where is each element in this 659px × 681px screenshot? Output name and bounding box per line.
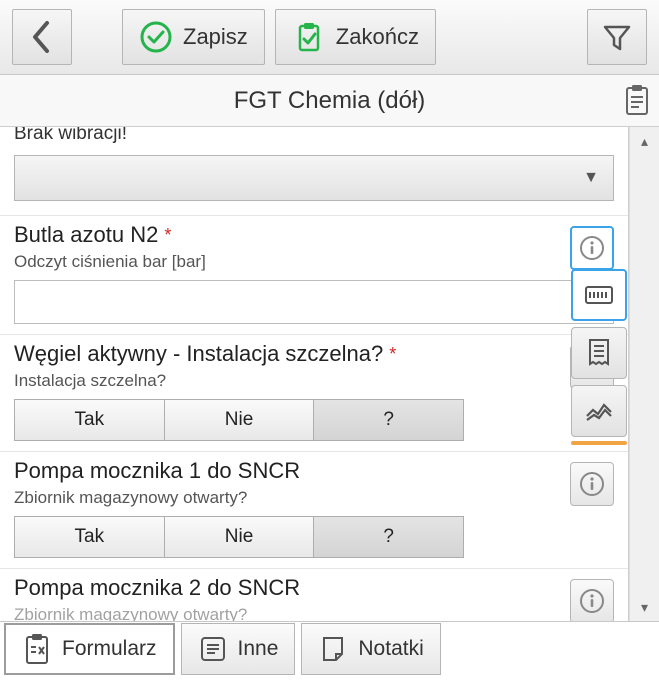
seg-no[interactable]: Nie bbox=[165, 400, 315, 440]
keyboard-icon bbox=[584, 283, 614, 307]
page-title: FGT Chemia (dół) bbox=[234, 87, 426, 115]
finish-button[interactable]: Zakończ bbox=[275, 9, 436, 65]
field-title: Butla azotu N2 bbox=[14, 222, 158, 248]
pressure-input[interactable] bbox=[14, 280, 614, 324]
tab-other[interactable]: Inne bbox=[181, 623, 296, 675]
field-cutoff: Brak wibracji! ▼ bbox=[0, 127, 628, 215]
scroll-up-icon[interactable]: ▴ bbox=[630, 127, 659, 155]
keypad-mode-button[interactable] bbox=[571, 269, 627, 321]
tab-notes-label: Notatki bbox=[358, 637, 423, 661]
cutoff-label: Brak wibracji! bbox=[14, 127, 614, 145]
seg-yes[interactable]: Tak bbox=[15, 400, 165, 440]
field-butla-azotu: Butla azotu N2 * Odczyt ciśnienia bar [b… bbox=[0, 215, 628, 334]
check-circle-icon bbox=[139, 20, 173, 54]
field-title: Węgiel aktywny - Instalacja szczelna? bbox=[14, 341, 383, 367]
clipboard-check-icon bbox=[292, 20, 326, 54]
bottom-tabs: Formularz Inne Notatki bbox=[0, 621, 659, 681]
seg-yes[interactable]: Tak bbox=[15, 517, 165, 557]
panel-accent bbox=[571, 441, 627, 445]
required-asterisk: * bbox=[164, 225, 171, 246]
chart-mode-button[interactable] bbox=[571, 385, 627, 437]
seg-control: Tak Nie ? bbox=[14, 399, 464, 441]
tab-form[interactable]: Formularz bbox=[4, 623, 175, 675]
list-mode-button[interactable] bbox=[571, 327, 627, 379]
info-button[interactable] bbox=[570, 226, 614, 270]
tab-form-label: Formularz bbox=[62, 637, 157, 661]
filter-button[interactable] bbox=[587, 9, 647, 65]
funnel-icon bbox=[601, 21, 633, 53]
seg-unknown[interactable]: ? bbox=[314, 517, 463, 557]
field-sub: Odczyt ciśnienia bar [bar] bbox=[14, 252, 570, 272]
field-title: Pompa mocznika 2 do SNCR bbox=[14, 575, 300, 601]
info-button[interactable] bbox=[570, 579, 614, 621]
tab-notes[interactable]: Notatki bbox=[301, 623, 440, 675]
field-pompa-1: Pompa mocznika 1 do SNCR Zbiornik magazy… bbox=[0, 451, 628, 568]
title-bar: FGT Chemia (dół) bbox=[0, 75, 659, 127]
info-circle-icon bbox=[579, 235, 605, 261]
note-icon bbox=[318, 634, 348, 664]
field-sub: Zbiornik magazynowy otwarty? bbox=[14, 488, 570, 508]
info-circle-icon bbox=[579, 588, 605, 614]
clipboard-x-icon bbox=[22, 632, 52, 666]
back-button[interactable] bbox=[12, 9, 72, 65]
tab-other-label: Inne bbox=[238, 637, 279, 661]
top-toolbar: Zapisz Zakończ bbox=[0, 0, 659, 75]
field-title: Pompa mocznika 1 do SNCR bbox=[14, 458, 300, 484]
seg-unknown[interactable]: ? bbox=[314, 400, 463, 440]
chevron-left-icon bbox=[30, 19, 54, 55]
form-scroll-area: Brak wibracji! ▼ Butla azotu N2 * Odczyt… bbox=[0, 127, 659, 621]
receipt-icon bbox=[586, 338, 612, 368]
field-sub: Instalacja szczelna? bbox=[14, 371, 570, 391]
seg-control: Tak Nie ? bbox=[14, 516, 464, 558]
info-circle-icon bbox=[579, 471, 605, 497]
scroll-down-icon[interactable]: ▾ bbox=[630, 593, 659, 621]
field-wegiel-aktywny: Węgiel aktywny - Instalacja szczelna? * … bbox=[0, 334, 628, 451]
input-mode-panel bbox=[571, 269, 627, 445]
save-button-label: Zapisz bbox=[183, 24, 248, 50]
required-asterisk: * bbox=[389, 344, 396, 365]
clipboard-lines-icon[interactable] bbox=[623, 83, 651, 124]
save-button[interactable]: Zapisz bbox=[122, 9, 265, 65]
cutoff-dropdown[interactable]: ▼ bbox=[14, 155, 614, 201]
field-sub: Zbiornik magazynowy otwarty? bbox=[14, 605, 570, 621]
chart-line-icon bbox=[584, 399, 614, 423]
finish-button-label: Zakończ bbox=[336, 24, 419, 50]
chevron-down-icon: ▼ bbox=[583, 169, 599, 187]
seg-no[interactable]: Nie bbox=[165, 517, 315, 557]
field-pompa-2: Pompa mocznika 2 do SNCR Zbiornik magazy… bbox=[0, 568, 628, 621]
scrollbar[interactable]: ▴ ▾ bbox=[629, 127, 659, 621]
info-button[interactable] bbox=[570, 462, 614, 506]
text-lines-icon bbox=[198, 634, 228, 664]
